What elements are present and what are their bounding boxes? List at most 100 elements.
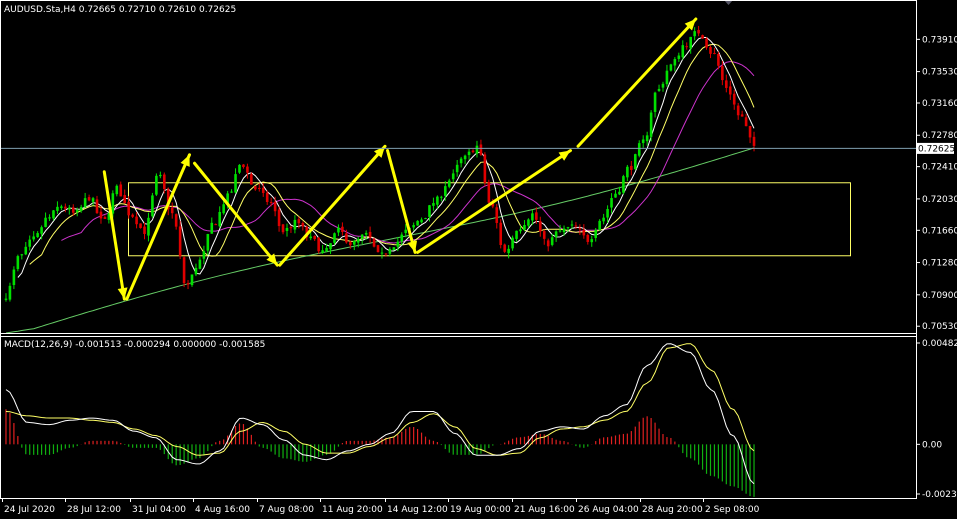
candle-body [293,219,297,230]
candle-body [71,207,75,213]
candle-body [527,219,530,226]
candle-body [451,173,455,180]
candle-body [396,241,400,247]
candle-body [531,213,534,221]
time-tick-label: 11 Aug 20:00 [322,505,383,515]
candle-body [285,227,289,231]
price-tick-label: 0.72030 [922,195,957,205]
candle-body [4,298,8,300]
candle-body [254,186,257,190]
candle-body [309,236,313,239]
candle-body [333,233,336,243]
candle-body [562,228,566,233]
time-tick-label: 19 Aug 00:00 [450,505,511,515]
candle-body [95,199,99,214]
time-tick-label: 21 Aug 16:00 [514,505,575,515]
candle-body [538,221,542,232]
macd-tick-label: -0.002372 [922,490,957,500]
candle-body [594,229,598,238]
candle-body [222,204,225,214]
candle-body [479,144,483,155]
candle-body [752,136,756,146]
candle-body [190,274,194,286]
time-tick-label: 4 Aug 16:00 [195,505,250,515]
candle-body [48,217,51,219]
candle-body [586,234,590,242]
candle-body [598,220,601,231]
candle-body [546,240,550,247]
candle-body [705,38,708,48]
candle-body [630,165,633,170]
time-tick-label: 14 Aug 12:00 [387,505,448,515]
candle-body [250,174,253,185]
candle-body [131,214,134,217]
candle-body [178,226,182,257]
candle-body [289,226,293,229]
candle-body [471,150,475,153]
candle-body [641,139,645,144]
time-tick-label: 2 Sep 08:00 [705,505,760,515]
price-tick-label: 0.72410 [922,163,957,173]
candle-body [119,184,123,197]
candle-body [566,227,570,229]
candle-body [535,212,538,220]
candle-body [364,232,368,235]
candle-body [673,59,677,66]
candle-body [186,283,190,285]
candle-body [602,217,605,222]
candle-body [436,196,439,205]
candle-body [60,206,63,208]
candle-body [645,135,649,142]
candle-body [368,231,372,238]
candle-body [610,198,613,208]
candle-body [147,217,150,236]
candle-body [24,246,28,255]
candle-body [732,93,736,105]
time-tick-label: 26 Aug 04:00 [578,505,639,515]
candle-body [412,225,415,228]
candle-body [40,227,43,234]
candle-body [356,239,360,243]
candle-body [574,225,578,227]
candle-body [16,256,20,270]
price-pane-title: AUDUSD.Sta,H4 0.72665 0.72710 0.72610 0.… [4,5,236,15]
candle-body [75,209,79,213]
candle-body [202,251,206,259]
trading-chart[interactable]: AUDUSD.Sta,H4 0.72665 0.72710 0.72610 0.… [0,0,957,519]
candle-body [511,237,514,249]
candle-body [728,86,732,95]
candle-body [317,237,320,252]
candle-body [214,224,218,226]
candle-body [455,164,459,173]
candle-body [28,239,32,247]
candle-body [115,185,119,195]
candle-body [614,193,617,198]
candle-body [313,235,316,240]
macd-tick-label: 0.004826 [922,339,957,349]
candle-body [495,207,499,223]
candle-body [143,226,146,234]
price-tick-label: 0.71660 [922,226,957,236]
candle-body [515,230,518,239]
candle-body [182,257,186,284]
candle-body [261,187,265,193]
candle-body [487,182,491,203]
candle-body [475,145,479,154]
candle-body [440,196,443,198]
candle-body [669,64,673,71]
candle-body [44,217,47,228]
candle-body [384,253,388,255]
candle-body [301,223,305,227]
candle-body [665,70,669,85]
current-price-label: 0.72625 [918,144,955,154]
candle-body [234,174,237,193]
candle-body [444,186,447,196]
candle-body [748,125,752,138]
candle-body [420,219,423,223]
candle-body [653,92,657,112]
candle-body [36,233,39,238]
candle-body [507,248,510,254]
candle-body [701,35,704,39]
macd-tick-label: 0.00 [922,440,942,450]
candle-body [744,117,748,127]
